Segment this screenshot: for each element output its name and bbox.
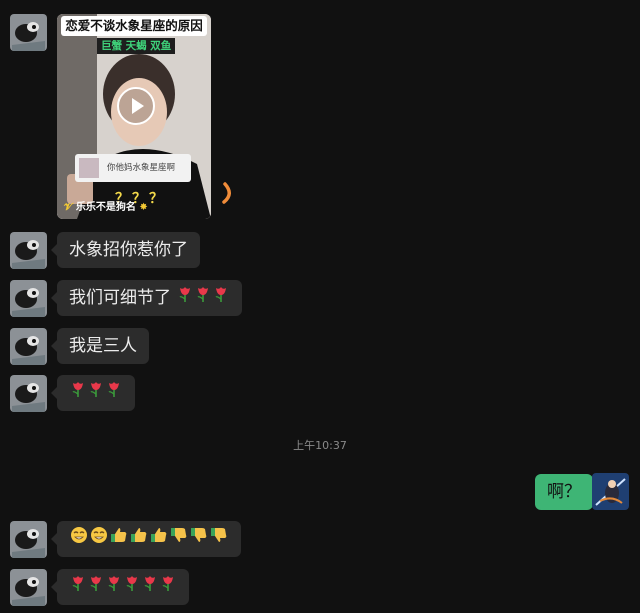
my-message-bubble[interactable]: 啊？	[535, 474, 599, 510]
thumbs-up-emoji-icon	[110, 521, 128, 557]
thumbs-down-emoji-icon	[210, 521, 228, 557]
play-icon[interactable]	[117, 87, 155, 125]
contact-avatar[interactable]	[10, 375, 47, 412]
my-message-text: 啊？	[547, 482, 581, 502]
emoji-group	[69, 576, 177, 597]
tulip-emoji-icon	[177, 280, 193, 316]
author-badge-icon: ✸	[139, 202, 148, 213]
video-title: 恋爱不谈水象星座的原因	[61, 16, 207, 36]
contact-avatar[interactable]	[10, 521, 47, 558]
video-author: 𝓥 乐乐不是狗名 ✸	[64, 198, 148, 213]
tulip-emoji-icon	[213, 280, 229, 316]
video-comment-overlay: 你他妈水象星座啊	[75, 154, 191, 182]
tulip-emoji-icon	[106, 569, 122, 605]
tulip-emoji-icon	[160, 569, 176, 605]
smile-curve-icon	[222, 182, 231, 204]
video-tags: 巨蟹 天蝎 双鱼	[97, 38, 176, 54]
message-text: 水象招你惹你了	[69, 240, 188, 260]
timestamp: 上午10:37	[293, 439, 347, 452]
tulip-emoji-icon	[88, 375, 104, 411]
tulip-emoji-icon	[106, 375, 122, 411]
contact-avatar[interactable]	[10, 232, 47, 269]
message-bubble[interactable]	[51, 375, 135, 411]
message-text: 我是三人	[69, 336, 137, 356]
grin-emoji-icon	[90, 521, 108, 557]
message-bubble[interactable]: 我们可细节了	[50, 280, 243, 316]
message-bubble[interactable]	[51, 569, 189, 605]
tulip-emoji-icon	[142, 569, 158, 605]
message-bubble[interactable]: 我是三人	[51, 328, 149, 364]
emoji-group	[176, 287, 230, 308]
chat-window: 恋爱不谈水象星座的原因 巨蟹 天蝎 双鱼 你他妈水象星座啊 ？？？ 𝓥 乐乐不是…	[0, 0, 640, 613]
video-author-name: 乐乐不是狗名	[75, 202, 136, 213]
tulip-emoji-icon	[195, 280, 211, 316]
contact-avatar[interactable]	[10, 328, 47, 365]
grin-emoji-icon	[70, 521, 88, 557]
tulip-emoji-icon	[70, 569, 86, 605]
comment-thumbnail	[79, 158, 99, 178]
my-avatar[interactable]	[592, 473, 629, 510]
video-comment-text: 你他妈水象星座啊	[107, 163, 176, 173]
thumbs-down-emoji-icon	[190, 521, 208, 557]
video-card[interactable]: 恋爱不谈水象星座的原因 巨蟹 天蝎 双鱼 你他妈水象星座啊 ？？？ 𝓥 乐乐不是…	[57, 14, 211, 219]
message-bubble[interactable]	[51, 521, 241, 557]
contact-avatar[interactable]	[10, 14, 47, 51]
message-text: 我们可细节了	[69, 288, 171, 308]
tulip-emoji-icon	[70, 375, 86, 411]
tulip-emoji-icon	[88, 569, 104, 605]
tulip-emoji-icon	[124, 569, 140, 605]
thumbs-up-emoji-icon	[150, 521, 168, 557]
emoji-group	[69, 527, 229, 549]
thumbs-up-emoji-icon	[130, 521, 148, 557]
emoji-group	[69, 382, 123, 403]
contact-avatar[interactable]	[10, 280, 47, 317]
author-logo-icon: 𝓥	[64, 202, 73, 213]
message-bubble[interactable]: 水象招你惹你了	[51, 232, 200, 268]
contact-avatar[interactable]	[10, 569, 47, 606]
thumbs-down-emoji-icon	[170, 521, 188, 557]
